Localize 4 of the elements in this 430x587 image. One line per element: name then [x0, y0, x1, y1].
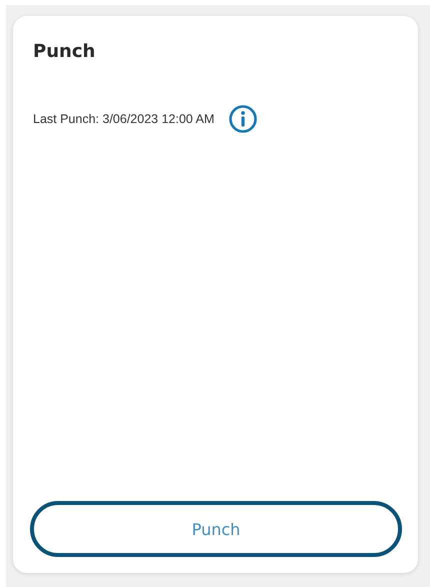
info-icon[interactable]: [228, 104, 258, 134]
last-punch-text: Last Punch: 3/06/2023 12:00 AM: [33, 112, 214, 126]
punch-button[interactable]: Punch: [30, 501, 402, 557]
card-title: Punch: [33, 41, 96, 63]
